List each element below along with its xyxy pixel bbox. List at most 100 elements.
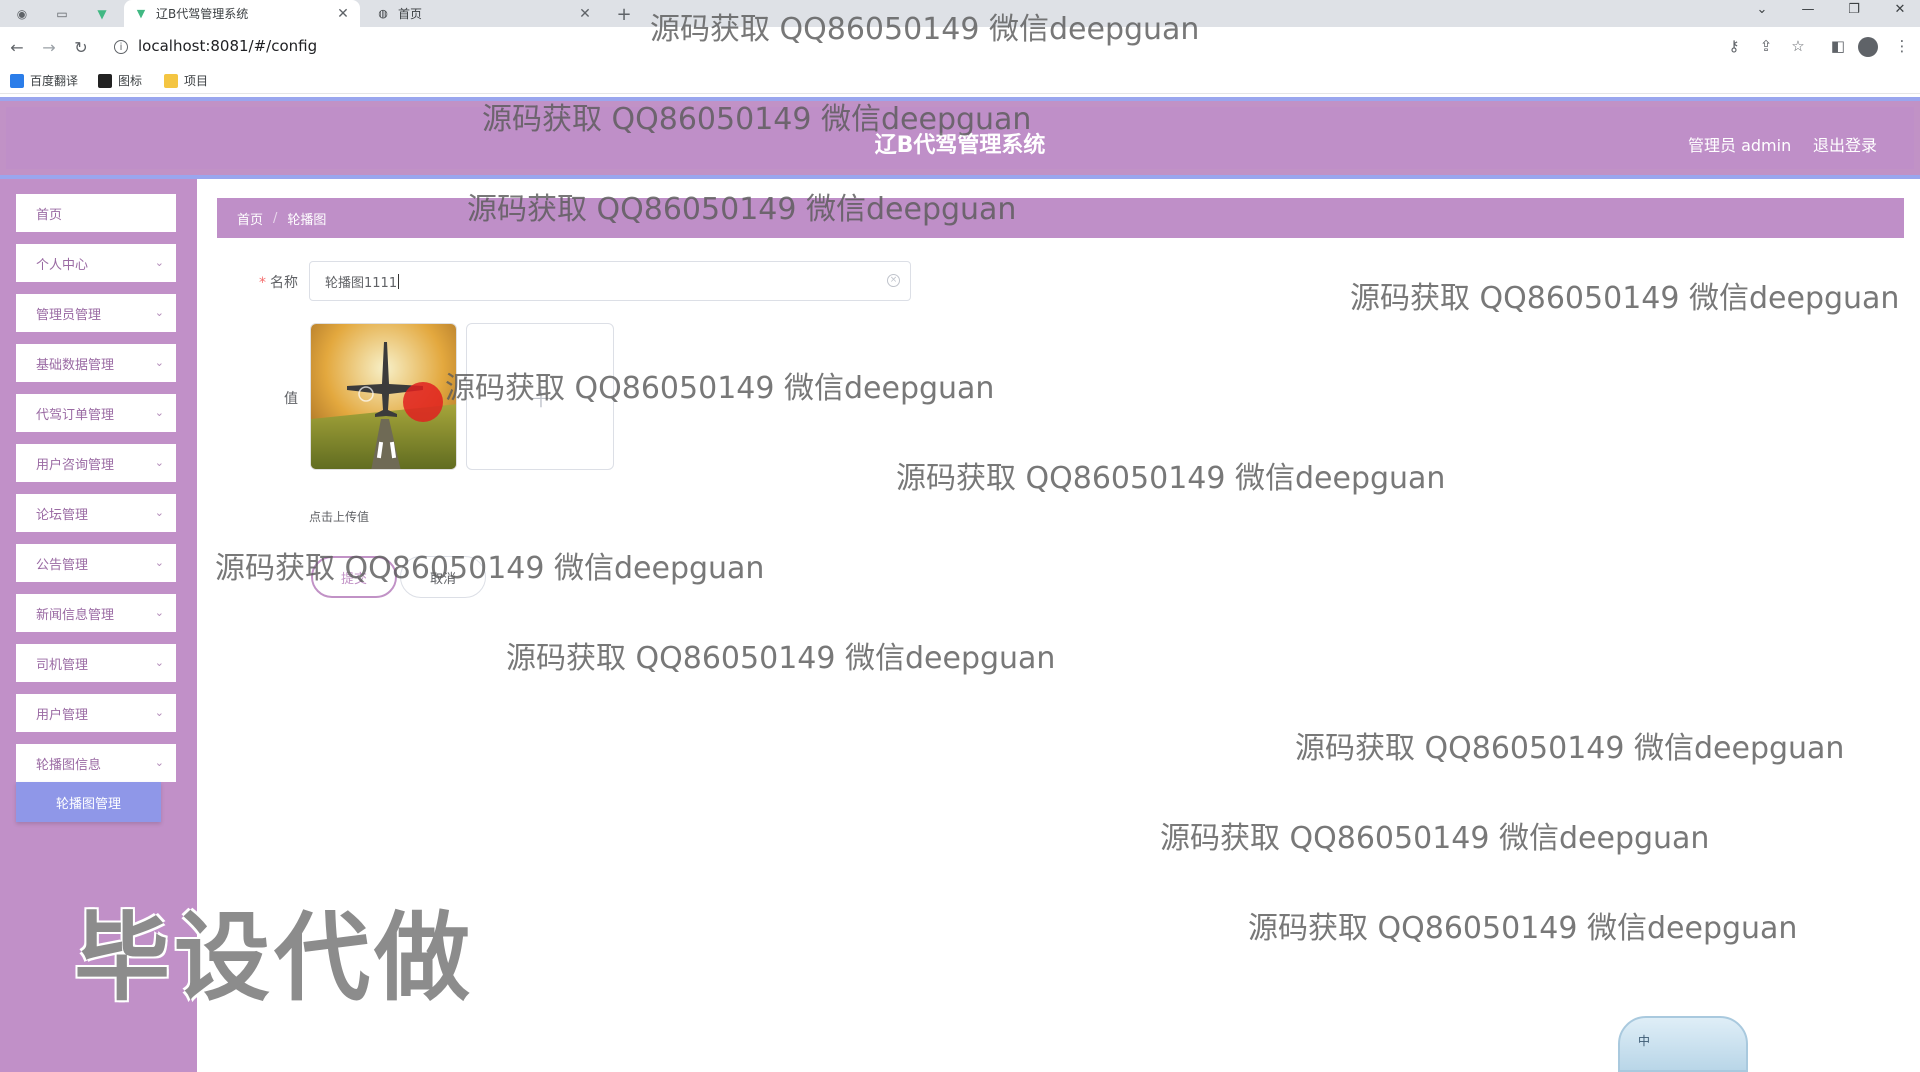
tab-inactive[interactable]: ◍ 首页 ✕ — [366, 0, 602, 27]
sidebar-item-label: 管理员管理 — [36, 307, 102, 323]
name-label: * 名称 — [250, 272, 298, 292]
sidebar-item-label: 用户咨询管理 — [36, 457, 115, 473]
pinned-tab-icon[interactable]: ▭ — [50, 4, 74, 24]
globe-favicon-icon: ◍ — [378, 7, 388, 20]
pinned-vue-tab-icon[interactable]: ▼ — [90, 4, 114, 24]
sidebar-item-label: 公告管理 — [36, 557, 89, 573]
plus-icon: + — [529, 381, 553, 414]
minimize-icon[interactable]: — — [1794, 2, 1822, 17]
sidebar-item-forum[interactable]: 论坛管理 ⌄ — [16, 494, 176, 532]
watermark-text: 源码获取 QQ86050149 微信deepguan — [215, 551, 765, 586]
upload-tip: 点击上传值 — [309, 510, 370, 524]
chevron-down-icon: ⌄ — [154, 406, 164, 419]
browser-tab-bar: ◉ ▭ ▼ ▼ 辽B代驾管理系统 ✕ ◍ 首页 ✕ + ⌄ — ❐ ✕ — [0, 0, 1920, 27]
logout-link[interactable]: 退出登录 — [1813, 132, 1877, 156]
menu-dots-icon[interactable]: ⋮ — [1890, 37, 1914, 55]
breadcrumb-home[interactable]: 首页 — [237, 209, 263, 228]
back-icon[interactable]: ← — [6, 37, 28, 59]
chevron-down-icon: ⌄ — [154, 556, 164, 569]
tab-search-icon[interactable]: ◉ — [10, 4, 34, 24]
watermark-text: 源码获取 QQ86050149 微信deepguan — [1295, 731, 1845, 766]
forward-icon[interactable]: → — [38, 37, 60, 59]
restore-icon[interactable]: ❐ — [1840, 2, 1868, 17]
sidebar-subitem-carousel-manage[interactable]: 轮播图管理 — [16, 782, 161, 822]
folder-icon — [164, 73, 178, 88]
chevron-down-icon: ⌄ — [154, 456, 164, 469]
breadcrumb-separator: / — [273, 210, 278, 226]
tab-close-icon[interactable]: ✕ — [576, 6, 594, 22]
name-input[interactable]: 轮播图1111 × — [309, 261, 911, 301]
sidebar-item-consult[interactable]: 用户咨询管理 ⌄ — [16, 444, 176, 482]
chevron-down-icon: ⌄ — [154, 656, 164, 669]
ime-floating-widget[interactable]: 中 — [1618, 1016, 1748, 1072]
app-title: 辽B代驾管理系统 — [874, 133, 1046, 158]
sidebar-item-label: 基础数据管理 — [36, 357, 115, 373]
text-cursor — [398, 273, 400, 289]
breadcrumb: 首页 / 轮播图 — [217, 198, 1904, 238]
sidebar-item-home[interactable]: 首页 — [16, 194, 176, 232]
sidebar-item-base-data[interactable]: 基础数据管理 ⌄ — [16, 344, 176, 382]
watermark-text: 源码获取 QQ86050149 微信deepguan — [1160, 821, 1710, 856]
sidebar-item-label: 新闻信息管理 — [36, 607, 115, 623]
share-icon[interactable]: ⇪ — [1754, 37, 1778, 55]
bookmark-label: 图标 — [118, 74, 143, 88]
reload-icon[interactable]: ↻ — [70, 37, 92, 59]
sidebar-item-notice[interactable]: 公告管理 ⌄ — [16, 544, 176, 582]
watermark-text: 源码获取 QQ86050149 微信deepguan — [1248, 911, 1798, 946]
sidebar-item-admins[interactable]: 管理员管理 ⌄ — [16, 294, 176, 332]
sidebar-item-users[interactable]: 用户管理 ⌄ — [16, 694, 176, 732]
sidebar-item-drivers[interactable]: 司机管理 ⌄ — [16, 644, 176, 682]
chevron-down-icon: ⌄ — [154, 306, 164, 319]
bookmark-icons[interactable]: 图标 — [98, 72, 142, 89]
bookmark-star-icon[interactable]: ☆ — [1786, 37, 1810, 55]
watermark-text: 源码获取 QQ86050149 微信deepguan — [896, 461, 1446, 496]
site-info-icon[interactable]: i — [114, 40, 128, 54]
chevron-down-icon: ⌄ — [154, 256, 164, 269]
image-icon — [98, 73, 112, 88]
address-bar: ← → ↻ i localhost:8081/#/config ⚷ ⇪ ☆ ◧ … — [0, 27, 1920, 67]
sidebar-item-label: 轮播图信息 — [36, 757, 102, 773]
profile-avatar-icon[interactable] — [1858, 37, 1878, 57]
cancel-button[interactable]: 取消 — [400, 556, 486, 598]
watermark-big: 毕设代做 — [74, 902, 474, 1014]
new-tab-button[interactable]: + — [612, 4, 636, 25]
sidebar-item-label: 代驾订单管理 — [36, 407, 115, 423]
chevron-down-icon: ⌄ — [154, 706, 164, 719]
chevron-down-icon: ⌄ — [154, 356, 164, 369]
tab-active[interactable]: ▼ 辽B代驾管理系统 ✕ — [124, 0, 360, 27]
sidebar-item-label: 个人中心 — [36, 257, 89, 273]
side-panel-icon[interactable]: ◧ — [1826, 37, 1850, 55]
sidebar-item-label: 司机管理 — [36, 657, 89, 673]
sidebar-item-news[interactable]: 新闻信息管理 ⌄ — [16, 594, 176, 632]
sidebar-item-label: 论坛管理 — [36, 507, 89, 523]
bookmark-label: 百度翻译 — [30, 74, 79, 88]
app-header: 辽B代驾管理系统 管理员 admin 退出登录 — [0, 97, 1920, 179]
bookmark-project-folder[interactable]: 项目 — [164, 72, 208, 89]
breadcrumb-current: 轮播图 — [287, 212, 327, 228]
current-user-label: 管理员 admin — [1688, 136, 1792, 155]
bookmark-baidu-translate[interactable]: 百度翻译 — [10, 72, 78, 89]
sidebar-item-label: 首页 — [36, 207, 63, 223]
chevron-up-icon: ⌄ — [154, 756, 164, 769]
bookmark-label: 项目 — [184, 74, 209, 88]
uploaded-image-thumbnail[interactable] — [310, 323, 457, 470]
close-window-icon[interactable]: ✕ — [1886, 2, 1914, 17]
sidebar-item-orders[interactable]: 代驾订单管理 ⌄ — [16, 394, 176, 432]
tab-list-chevron-icon[interactable]: ⌄ — [1748, 2, 1776, 17]
sidebar-item-label: 用户管理 — [36, 707, 89, 723]
chevron-down-icon: ⌄ — [154, 606, 164, 619]
required-asterisk: * — [259, 275, 266, 291]
airplane-image — [311, 324, 456, 469]
watermark-text: 源码获取 QQ86050149 微信deepguan — [506, 641, 1056, 676]
sidebar-item-carousel-info[interactable]: 轮播图信息 ⌄ — [16, 744, 176, 782]
chevron-down-icon: ⌄ — [154, 506, 164, 519]
clear-icon[interactable]: × — [887, 274, 900, 287]
translate-icon — [10, 73, 24, 88]
key-icon[interactable]: ⚷ — [1722, 37, 1746, 55]
sidebar-item-profile[interactable]: 个人中心 ⌄ — [16, 244, 176, 282]
submit-button[interactable]: 提交 — [311, 556, 397, 598]
image-upload-box[interactable]: + — [466, 323, 614, 470]
tab-close-icon[interactable]: ✕ — [334, 6, 352, 22]
url-input[interactable]: localhost:8081/#/config — [138, 37, 317, 55]
watermark-text: 源码获取 QQ86050149 微信deepguan — [1350, 281, 1900, 316]
